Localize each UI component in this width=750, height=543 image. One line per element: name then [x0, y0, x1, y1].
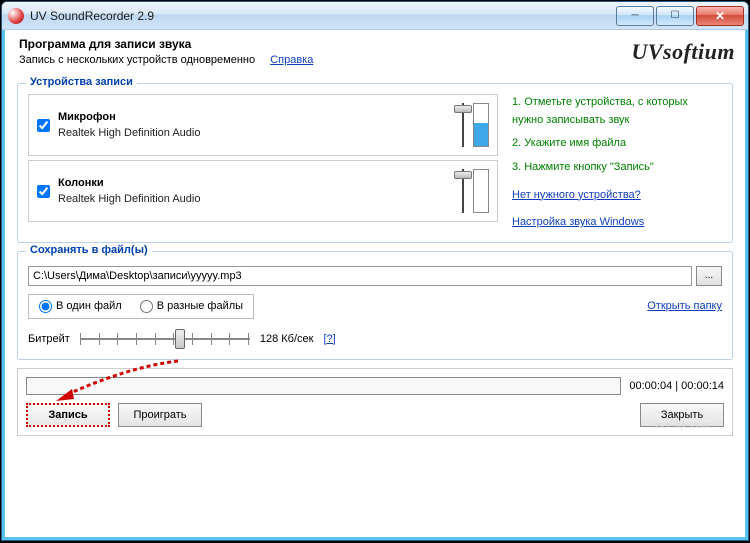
bitrate-value: 128 Кб/сек	[260, 333, 314, 345]
devices-group-title: Устройства записи	[26, 76, 137, 88]
save-group-title: Сохранять в файл(ы)	[26, 244, 152, 256]
level-meter	[473, 103, 489, 147]
device-sub: Realtek High Definition Audio	[58, 193, 457, 205]
radio-one-file[interactable]: В один файл	[39, 300, 122, 313]
hint-step: 2. Укажите имя файла	[512, 135, 722, 153]
close-button[interactable]: Закрыть	[640, 403, 724, 427]
device-checkbox-microphone[interactable]	[37, 119, 50, 132]
progress-panel: 00:00:04 | 00:00:14 Запись Проиграть Зак…	[17, 368, 733, 436]
maximize-button[interactable]: ☐	[656, 6, 694, 26]
open-folder-link[interactable]: Открыть папку	[647, 300, 722, 312]
titlebar: UV SoundRecorder 2.9 ─ ☐ ✕	[2, 2, 748, 30]
hint-step: 1. Отметьте устройства, с которых нужно …	[512, 94, 722, 129]
play-button[interactable]: Проиграть	[118, 403, 202, 427]
close-window-button[interactable]: ✕	[696, 6, 744, 26]
bitrate-slider[interactable]	[80, 329, 250, 349]
time-display: 00:00:04 | 00:00:14	[629, 380, 724, 392]
hints-panel: 1. Отметьте устройства, с которых нужно …	[512, 94, 722, 232]
device-sub: Realtek High Definition Audio	[58, 127, 457, 139]
filepath-input[interactable]	[28, 266, 692, 286]
app-icon	[8, 8, 24, 24]
device-checkbox-speakers[interactable]	[37, 185, 50, 198]
windows-sound-link[interactable]: Настройка звука Windows	[512, 214, 722, 232]
bitrate-label: Битрейт	[28, 333, 70, 345]
window-title: UV SoundRecorder 2.9	[30, 9, 616, 23]
volume-slider[interactable]	[457, 103, 469, 147]
device-row: Колонки Realtek High Definition Audio	[28, 160, 498, 222]
devices-group: Устройства записи Микрофон Realtek High …	[17, 83, 733, 243]
minimize-button[interactable]: ─	[616, 6, 654, 26]
program-title: Программа для записи звука	[19, 36, 313, 53]
brand-logo: UVsoftium	[631, 39, 735, 65]
level-meter	[473, 169, 489, 213]
browse-button[interactable]: ...	[696, 266, 722, 286]
help-link[interactable]: Справка	[270, 54, 313, 66]
device-row: Микрофон Realtek High Definition Audio	[28, 94, 498, 156]
volume-slider[interactable]	[457, 169, 469, 213]
header: Программа для записи звука Запись с неск…	[5, 30, 745, 75]
save-group: Сохранять в файл(ы) ... В один файл В ра…	[17, 251, 733, 360]
device-name: Микрофон	[58, 111, 457, 123]
hint-step: 3. Нажмите кнопку "Запись"	[512, 159, 722, 177]
file-mode-radios: В один файл В разные файлы	[28, 294, 254, 319]
device-name: Колонки	[58, 177, 457, 189]
program-subtitle: Запись с нескольких устройств одновремен…	[19, 53, 313, 68]
bitrate-help-link[interactable]: [?]	[323, 333, 335, 345]
progress-bar	[26, 377, 621, 395]
no-device-link[interactable]: Нет нужного устройства?	[512, 187, 722, 205]
record-button[interactable]: Запись	[26, 403, 110, 427]
radio-multi-files[interactable]: В разные файлы	[140, 300, 243, 313]
